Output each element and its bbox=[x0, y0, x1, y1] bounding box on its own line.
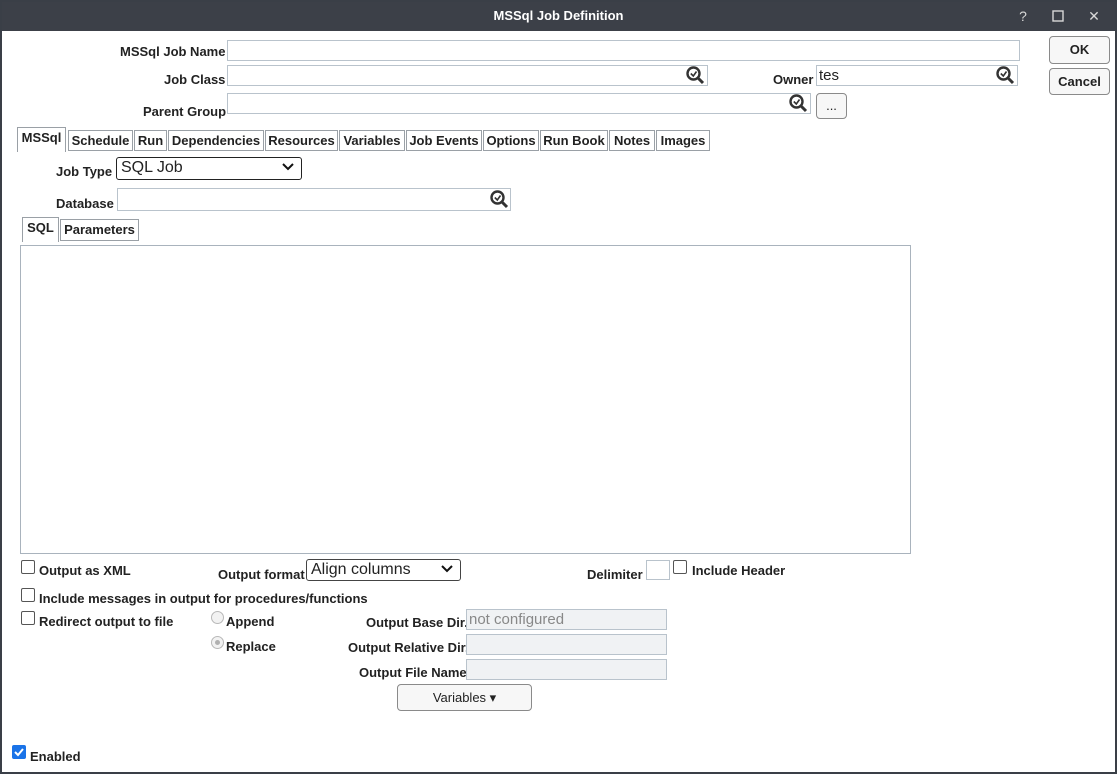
redirect-output-checkbox[interactable] bbox=[21, 611, 35, 625]
enabled-checkbox[interactable] bbox=[12, 745, 26, 759]
replace-radio[interactable] bbox=[211, 636, 224, 649]
output-xml-checkbox[interactable] bbox=[21, 560, 35, 574]
cancel-button[interactable]: Cancel bbox=[1049, 68, 1110, 95]
output-format-label: Output format bbox=[218, 567, 305, 582]
include-header-label: Include Header bbox=[692, 563, 786, 578]
owner-label: Owner bbox=[773, 72, 814, 87]
include-header-checkbox[interactable] bbox=[673, 560, 687, 574]
delimiter-input[interactable] bbox=[646, 560, 670, 580]
output-file-name-input[interactable] bbox=[466, 659, 667, 680]
job-type-value: SQL Job bbox=[121, 159, 183, 176]
database-input[interactable] bbox=[117, 188, 511, 211]
dialog-window: MSSql Job Definition ? ✕ MSSql Job Name … bbox=[0, 0, 1117, 774]
tab-schedule[interactable]: Schedule bbox=[68, 130, 133, 151]
redirect-output-label: Redirect output to file bbox=[39, 614, 174, 629]
append-label: Append bbox=[226, 614, 275, 629]
title-bar: MSSql Job Definition ? ✕ bbox=[2, 2, 1115, 31]
tab-variables[interactable]: Variables bbox=[339, 130, 405, 151]
close-icon[interactable]: ✕ bbox=[1084, 6, 1104, 26]
window-title: MSSql Job Definition bbox=[493, 8, 624, 23]
enabled-label: Enabled bbox=[30, 749, 81, 764]
job-type-select[interactable]: SQL Job bbox=[116, 157, 302, 180]
job-class-search-icon[interactable] bbox=[685, 65, 705, 85]
parent-group-label: Parent Group bbox=[143, 104, 227, 119]
output-file-name-label: Output File Name bbox=[359, 665, 467, 680]
maximize-icon[interactable] bbox=[1048, 6, 1068, 26]
replace-label: Replace bbox=[226, 639, 276, 654]
job-class-input[interactable] bbox=[227, 65, 708, 86]
tab-images[interactable]: Images bbox=[656, 130, 710, 151]
output-xml-label: Output as XML bbox=[39, 563, 131, 578]
tab-resources[interactable]: Resources bbox=[265, 130, 338, 151]
append-radio[interactable] bbox=[211, 611, 224, 624]
chevron-down-icon bbox=[282, 163, 294, 171]
chevron-down-icon bbox=[441, 565, 453, 573]
job-name-input[interactable] bbox=[227, 40, 1020, 61]
output-format-value: Align columns bbox=[311, 561, 411, 578]
subtab-parameters[interactable]: Parameters bbox=[60, 219, 139, 241]
tab-run[interactable]: Run bbox=[134, 130, 167, 151]
job-type-label: Job Type bbox=[56, 164, 113, 179]
ok-button[interactable]: OK bbox=[1049, 36, 1110, 64]
tab-run-book[interactable]: Run Book bbox=[540, 130, 608, 151]
output-base-dir-input[interactable]: not configured bbox=[466, 609, 667, 630]
database-label: Database bbox=[56, 196, 114, 211]
tab-job-events[interactable]: Job Events bbox=[406, 130, 482, 151]
owner-search-icon[interactable] bbox=[995, 65, 1015, 85]
parent-group-input[interactable] bbox=[227, 93, 811, 114]
tab-options[interactable]: Options bbox=[483, 130, 539, 151]
delimiter-label: Delimiter bbox=[587, 567, 643, 582]
variables-button-label: Variables ▾ bbox=[432, 690, 497, 705]
include-messages-checkbox[interactable] bbox=[21, 588, 35, 602]
database-search-icon[interactable] bbox=[489, 189, 509, 209]
output-relative-dir-input[interactable] bbox=[466, 634, 667, 655]
tab-dependencies[interactable]: Dependencies bbox=[168, 130, 264, 151]
output-base-dir-label: Output Base Dir. bbox=[366, 615, 468, 630]
output-relative-dir-label: Output Relative Dir. bbox=[348, 640, 469, 655]
help-icon[interactable]: ? bbox=[1013, 6, 1033, 26]
subtab-sql[interactable]: SQL bbox=[22, 217, 59, 242]
variables-dropdown-button[interactable]: Variables ▾ bbox=[397, 684, 532, 711]
job-class-label: Job Class bbox=[164, 72, 226, 87]
sql-editor[interactable] bbox=[20, 245, 911, 554]
checkmark-icon bbox=[14, 748, 24, 757]
tab-notes[interactable]: Notes bbox=[609, 130, 655, 151]
tab-mssql[interactable]: MSSql bbox=[17, 127, 66, 152]
job-name-label: MSSql Job Name bbox=[120, 44, 226, 59]
output-format-select[interactable]: Align columns bbox=[306, 559, 461, 581]
owner-input[interactable]: tes bbox=[816, 65, 1018, 86]
parent-group-search-icon[interactable] bbox=[788, 93, 808, 113]
parent-group-browse-button[interactable]: ... bbox=[816, 93, 847, 119]
include-messages-label: Include messages in output for procedure… bbox=[39, 591, 368, 606]
